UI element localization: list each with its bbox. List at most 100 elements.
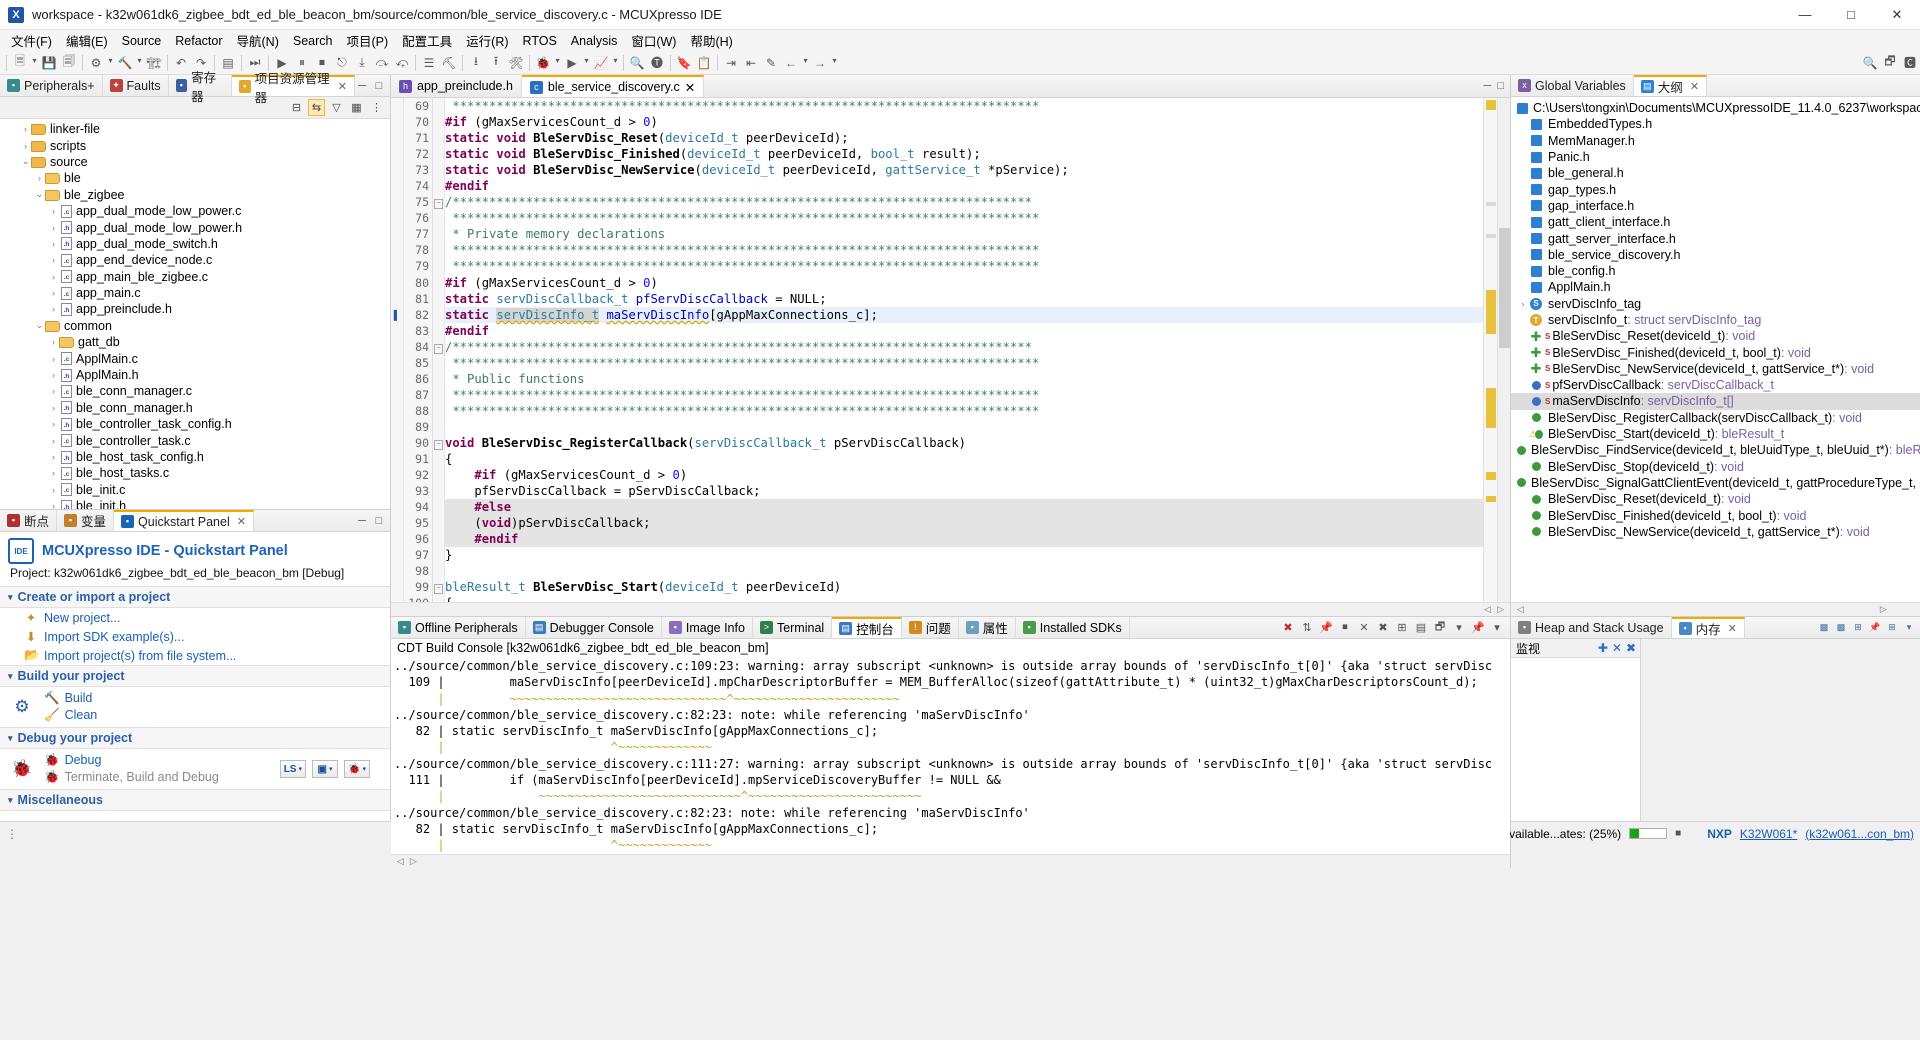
code-line[interactable]: static void BleServDisc_NewService(devic…	[445, 162, 1483, 178]
add-monitor-icon[interactable]: ✚	[1598, 641, 1608, 655]
editor-marker-gutter[interactable]: ▌⚠⚠⚠⚠	[391, 98, 404, 602]
tree-item-source[interactable]: ⌄ source	[0, 154, 390, 170]
scroll-right-icon[interactable]: ▷	[1497, 604, 1504, 615]
chevron-down-icon[interactable]: ▾	[830, 56, 839, 69]
pin-console-icon[interactable]: 📌	[1471, 621, 1485, 634]
undo-icon[interactable]: ↶	[171, 53, 191, 73]
chevron-right-icon[interactable]: ›	[48, 206, 59, 216]
outline-item-ble_config-h[interactable]: ble_config.h	[1511, 263, 1920, 279]
quickstart-debug-dropdown[interactable]: 🐞 ▾	[344, 760, 370, 778]
registers-icon[interactable]: ⛏	[439, 53, 459, 73]
chevron-down-icon[interactable]: ▾	[8, 671, 13, 682]
remove-all-icon[interactable]: ✖	[1376, 621, 1390, 634]
tab--[interactable]: ▤ 大纲 ✕	[1633, 75, 1708, 96]
code-line[interactable]: ****************************************…	[445, 98, 1483, 114]
perspective-cpp-icon[interactable]: 🅲	[1900, 53, 1920, 73]
tree-item-gatt_db[interactable]: › gatt_db	[0, 334, 390, 350]
tab-quickstart-panel[interactable]: ▪ Quickstart Panel ✕	[114, 510, 254, 531]
outline-tree[interactable]: C:\Users\tongxin\Documents\MCUXpressoIDE…	[1511, 97, 1920, 602]
close-icon[interactable]: ✕	[1690, 80, 1699, 93]
tree-item-common[interactable]: ⌄ common	[0, 318, 390, 334]
chevron-down-icon[interactable]: ▾	[582, 56, 591, 69]
tree-item-ble[interactable]: › ble	[0, 170, 390, 186]
open-perspective-icon[interactable]: 🗗	[1880, 53, 1900, 73]
new-icon[interactable]: 🗏	[10, 53, 30, 73]
console-horizontal-scrollbar[interactable]: ◁ ▷	[391, 853, 1510, 868]
code-line[interactable]: #endif	[445, 531, 1483, 548]
tab-terminal[interactable]: > Terminal	[753, 617, 833, 638]
build-config-icon[interactable]: ⚙	[86, 53, 106, 73]
code-line[interactable]: ****************************************…	[445, 210, 1483, 226]
chevron-right-icon[interactable]: ›	[20, 124, 31, 134]
chevron-down-icon[interactable]: ⌄	[34, 320, 45, 331]
chevron-right-icon[interactable]: ›	[48, 452, 59, 462]
tree-item-ble_host_task_config-h[interactable]: › .h ble_host_task_config.h	[0, 449, 390, 465]
outline-item-gatt_server_interface-h[interactable]: gatt_server_interface.h	[1511, 230, 1920, 246]
remove-monitor-icon[interactable]: ✕	[1612, 641, 1622, 655]
chevron-right-icon[interactable]: ›	[48, 419, 59, 429]
quickstart-action-terminate-build-and-debug[interactable]: 🐞 Terminate, Build and Debug	[44, 769, 219, 786]
minimize-icon[interactable]: ─	[355, 79, 369, 93]
chevron-down-icon[interactable]: ▾	[1452, 621, 1466, 634]
terminate-icon[interactable]: ⏹	[1338, 621, 1352, 634]
chevron-right-icon[interactable]: ›	[48, 386, 59, 396]
link-icon[interactable]: ⊞	[1885, 621, 1899, 635]
quick-settings-icon[interactable]: 🛠	[506, 53, 526, 73]
code-line[interactable]: ****************************************…	[445, 387, 1483, 403]
outline-item-bleservdisc_reset-deviceid_t-[interactable]: ✚ S BleServDisc_Reset(deviceId_t) : void	[1511, 328, 1920, 344]
minimize-icon[interactable]: ─	[355, 514, 369, 528]
last-edit-icon[interactable]: ✎	[761, 53, 781, 73]
code-line[interactable]: #endif	[445, 178, 1483, 194]
code-line[interactable]: static servDiscInfo_t maServDiscInfo[gAp…	[445, 306, 1483, 323]
chevron-down-icon[interactable]: ▾	[135, 56, 144, 69]
chevron-right-icon[interactable]: ›	[48, 304, 59, 314]
fold-collapse-icon[interactable]: −	[433, 339, 444, 355]
code-line[interactable]: #if (gMaxServicesCount_d > 0)	[445, 114, 1483, 130]
code-line[interactable]: /***************************************…	[445, 194, 1483, 210]
menu-item-5[interactable]: Search	[286, 32, 340, 50]
chevron-right-icon[interactable]: ›	[48, 239, 59, 249]
step-over-icon[interactable]: ⤼	[372, 53, 392, 73]
run-launch-icon[interactable]: ▶	[562, 53, 582, 73]
code-line[interactable]: }	[445, 547, 1483, 563]
tab--[interactable]: ▤ 控制台	[832, 617, 902, 638]
new-renderings-icon[interactable]: ⊞	[1851, 621, 1865, 635]
tab-heap-and-stack-usage[interactable]: ▪ Heap and Stack Usage	[1511, 617, 1672, 638]
tree-item-app_main_ble_zigbee-c[interactable]: › .c app_main_ble_zigbee.c	[0, 269, 390, 285]
clear-icon[interactable]: ✖	[1281, 621, 1295, 634]
code-line[interactable]: * Public functions	[445, 371, 1483, 387]
outline-item-servdiscinfo_tag[interactable]: › SservDiscInfo_tag	[1511, 296, 1920, 312]
chevron-down-icon[interactable]: ▾	[801, 56, 810, 69]
chevron-right-icon[interactable]: ›	[48, 485, 59, 495]
remove-all-monitors-icon[interactable]: ✖	[1626, 641, 1636, 655]
tree-item-ble_init-c[interactable]: › .c ble_init.c	[0, 482, 390, 498]
tree-item-app_dual_mode_switch-h[interactable]: › .h app_dual_mode_switch.h	[0, 236, 390, 252]
chevron-down-icon[interactable]: ▾	[106, 56, 115, 69]
bookmark-icon[interactable]: 🔖	[674, 53, 694, 73]
code-line[interactable]: ****************************************…	[445, 242, 1483, 258]
menu-item-3[interactable]: Refactor	[168, 32, 229, 50]
status-device[interactable]: K32W061*	[1740, 827, 1797, 841]
close-icon[interactable]: ✕	[237, 515, 246, 528]
step-return-icon[interactable]: ⤽	[392, 53, 412, 73]
scroll-right-icon[interactable]: ▷	[1880, 604, 1887, 615]
chevron-right-icon[interactable]: ›	[48, 436, 59, 446]
minimize-button[interactable]: —	[1782, 0, 1828, 30]
tab-global-variables[interactable]: x Global Variables	[1511, 75, 1634, 96]
tab--[interactable]: ! 问题	[902, 617, 959, 638]
close-button[interactable]: ✕	[1874, 0, 1920, 30]
menu-item-10[interactable]: Analysis	[564, 32, 625, 50]
code-line[interactable]	[445, 419, 1483, 435]
chevron-down-icon[interactable]: ▾	[8, 733, 13, 744]
tab-image-info[interactable]: ▪ Image Info	[662, 617, 753, 638]
quickstart-link-new-project-[interactable]: ✦ New project...	[0, 608, 390, 627]
quickstart-section-debug-your-project[interactable]: ▾ Debug your project	[0, 727, 390, 749]
outline-item-bleservdisc_signalgattclientevent-device[interactable]: BleServDisc_SignalGattClientEvent(device…	[1511, 475, 1920, 491]
tree-item-scripts[interactable]: › scripts	[0, 137, 390, 153]
quickstart-link-import-project-s-from-file-system-[interactable]: 📂 Import project(s) from file system...	[0, 646, 390, 665]
layout-icon[interactable]: ▦	[348, 99, 365, 116]
fold-collapse-icon[interactable]: −	[433, 435, 444, 451]
tree-item-app_main-c[interactable]: › .c app_main.c	[0, 285, 390, 301]
editor-overview-ruler[interactable]	[1483, 98, 1497, 602]
editor-vertical-scrollbar[interactable]	[1497, 98, 1510, 602]
